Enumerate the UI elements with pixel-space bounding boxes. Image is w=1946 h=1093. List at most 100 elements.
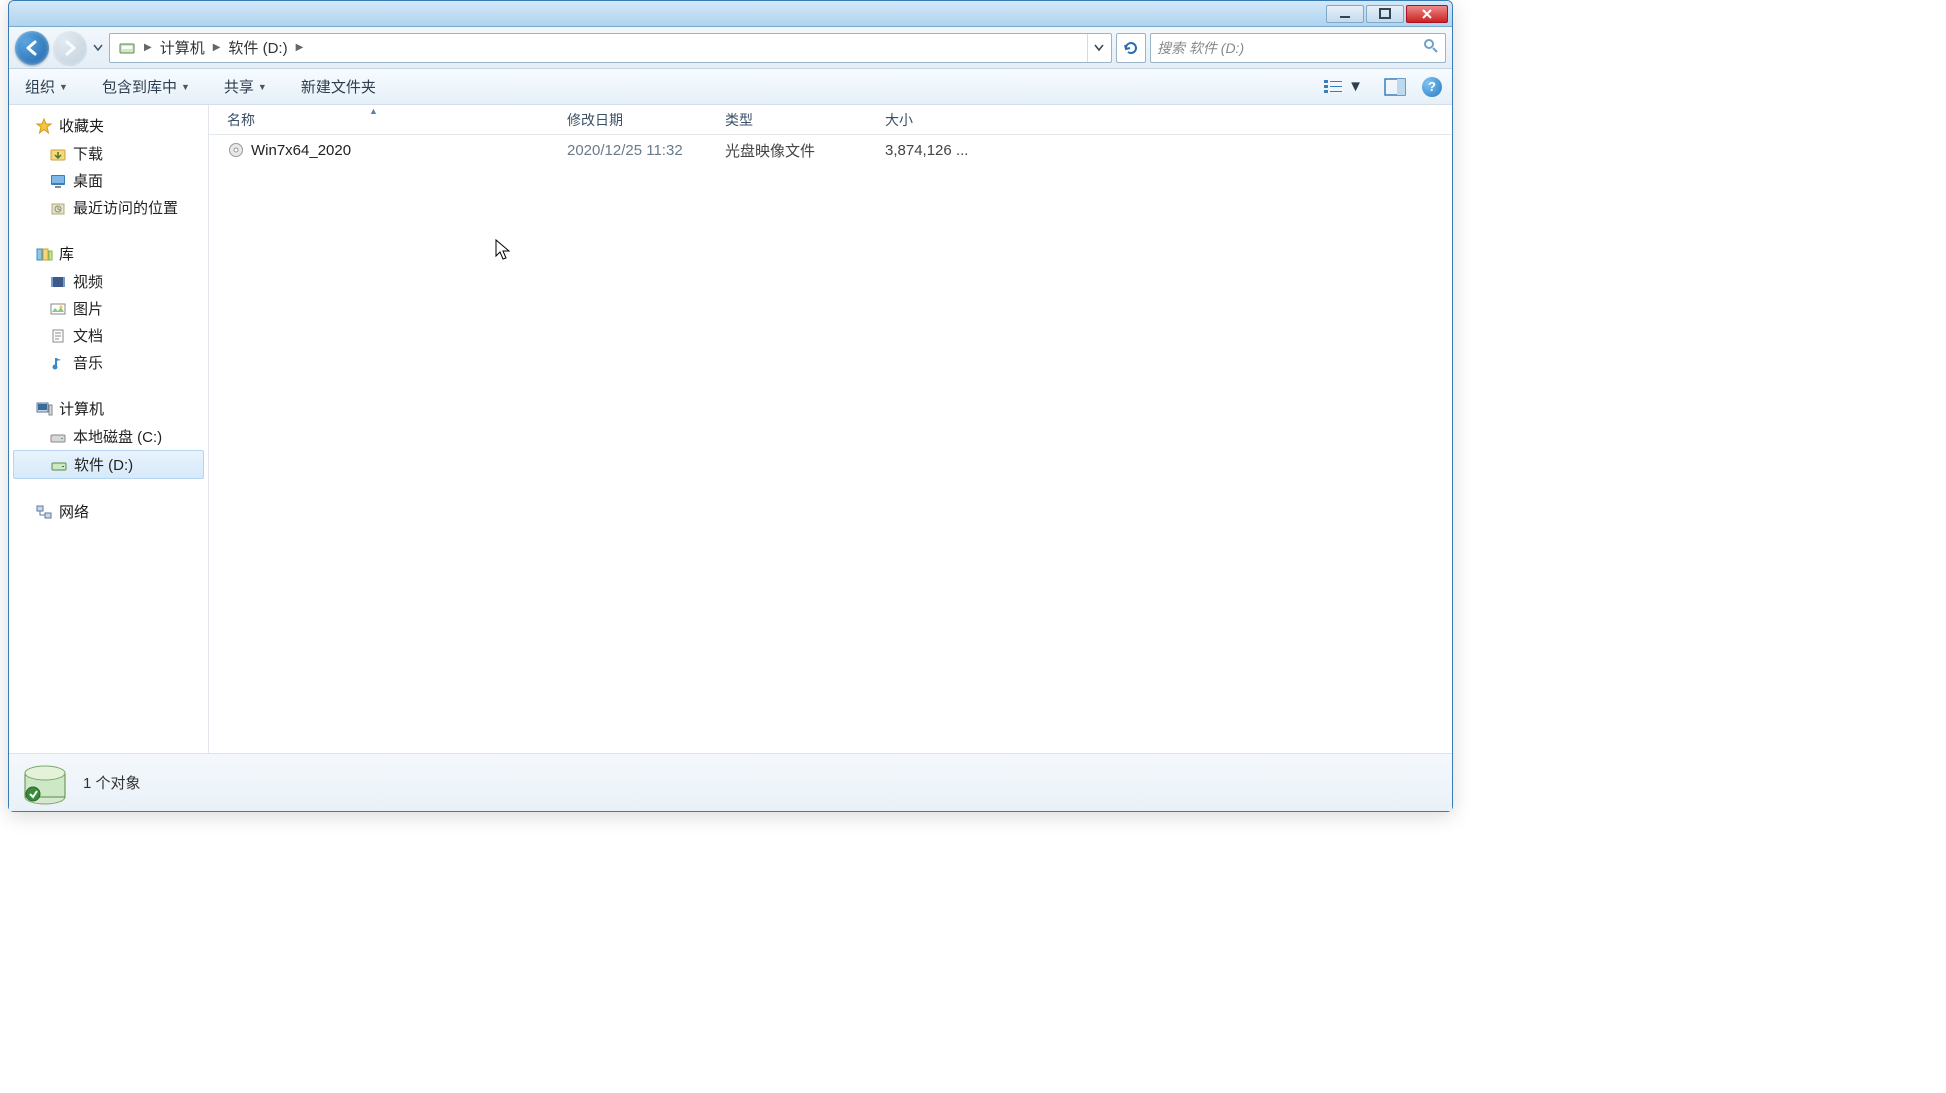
chevron-down-icon [94, 44, 102, 52]
sidebar-item-label: 视频 [73, 271, 103, 292]
network-group: 网络 [9, 497, 208, 526]
breadcrumb-chevron-icon[interactable]: ▶ [142, 42, 154, 53]
sidebar-item-music[interactable]: 音乐 [9, 349, 208, 376]
content-area: 收藏夹 下载 桌面 最近访问的位置 库 [9, 105, 1452, 753]
column-headers: 名称 ▲ 修改日期 类型 大小 [209, 105, 1452, 135]
column-header-date[interactable]: 修改日期 [555, 110, 713, 130]
sidebar-item-downloads[interactable]: 下载 [9, 140, 208, 167]
sidebar-item-label: 下载 [73, 143, 103, 164]
close-button[interactable] [1406, 5, 1448, 23]
minimize-button[interactable] [1326, 5, 1364, 23]
search-box[interactable]: 搜索 软件 (D:) [1150, 33, 1446, 63]
column-header-size[interactable]: 大小 [873, 110, 993, 130]
back-button[interactable] [15, 31, 49, 65]
share-menu[interactable]: 共享 ▼ [218, 72, 273, 101]
explorer-window: ▶ 计算机 ▶ 软件 (D:) ▶ 搜索 软件 (D:) 组织 ▼ [8, 0, 1453, 812]
navigation-pane: 收藏夹 下载 桌面 最近访问的位置 库 [9, 105, 209, 753]
music-icon [49, 354, 67, 372]
details-view-icon [1324, 79, 1344, 95]
drive-icon [118, 39, 136, 57]
favorites-header[interactable]: 收藏夹 [9, 111, 208, 140]
picture-icon [49, 300, 67, 318]
file-size-cell: 3,874,126 ... [873, 142, 993, 159]
breadcrumb-current[interactable]: 软件 (D:) [222, 34, 293, 62]
organize-menu[interactable]: 组织 ▼ [19, 72, 74, 101]
organize-label: 组织 [25, 76, 55, 97]
sidebar-item-recent[interactable]: 最近访问的位置 [9, 194, 208, 221]
computer-group: 计算机 本地磁盘 (C:) 软件 (D:) [9, 394, 208, 479]
breadcrumb-chevron-icon[interactable]: ▶ [211, 42, 223, 53]
network-header[interactable]: 网络 [9, 497, 208, 526]
navigation-bar: ▶ 计算机 ▶ 软件 (D:) ▶ 搜索 软件 (D:) [9, 27, 1452, 69]
sort-ascending-icon: ▲ [369, 106, 378, 116]
computer-label: 计算机 [59, 398, 104, 419]
star-icon [35, 117, 53, 135]
computer-icon [35, 400, 53, 418]
maximize-button[interactable] [1366, 5, 1404, 23]
desktop-icon [49, 172, 67, 190]
libraries-group: 库 视频 图片 文档 音乐 [9, 239, 208, 376]
share-label: 共享 [224, 76, 254, 97]
libraries-icon [35, 245, 53, 263]
sidebar-item-label: 音乐 [73, 352, 103, 373]
chevron-down-icon: ▼ [1348, 78, 1363, 95]
search-placeholder: 搜索 软件 (D:) [1157, 38, 1244, 58]
status-bar: 1 个对象 [9, 753, 1452, 811]
search-icon [1423, 38, 1439, 57]
address-root-icon [112, 34, 142, 62]
address-dropdown[interactable] [1087, 34, 1109, 62]
file-name-cell: Win7x64_2020 [209, 141, 555, 159]
sidebar-item-drive-c[interactable]: 本地磁盘 (C:) [9, 423, 208, 450]
preview-pane-button[interactable] [1380, 76, 1410, 98]
forward-arrow-icon [62, 40, 78, 56]
command-toolbar: 组织 ▼ 包含到库中 ▼ 共享 ▼ 新建文件夹 ▼ [9, 69, 1452, 105]
include-label: 包含到库中 [102, 76, 177, 97]
file-date-cell: 2020/12/25 11:32 [555, 142, 713, 159]
sidebar-item-desktop[interactable]: 桌面 [9, 167, 208, 194]
new-folder-label: 新建文件夹 [301, 76, 376, 97]
video-icon [49, 273, 67, 291]
column-header-name[interactable]: 名称 ▲ [209, 110, 555, 130]
folder-icon [49, 145, 67, 163]
back-arrow-icon [24, 40, 40, 56]
refresh-button[interactable] [1116, 33, 1146, 63]
breadcrumb-chevron-icon[interactable]: ▶ [294, 42, 306, 53]
file-row[interactable]: Win7x64_2020 2020/12/25 11:32 光盘映像文件 3,8… [209, 135, 1452, 165]
address-bar[interactable]: ▶ 计算机 ▶ 软件 (D:) ▶ [109, 33, 1112, 63]
view-mode-button[interactable]: ▼ [1319, 75, 1368, 98]
new-folder-button[interactable]: 新建文件夹 [295, 72, 382, 101]
network-icon [35, 503, 53, 521]
file-list-pane: 名称 ▲ 修改日期 类型 大小 Win7x64_2020 2020/12/25 … [209, 105, 1452, 753]
sidebar-item-pictures[interactable]: 图片 [9, 295, 208, 322]
libraries-header[interactable]: 库 [9, 239, 208, 268]
sidebar-item-documents[interactable]: 文档 [9, 322, 208, 349]
drive-icon [49, 428, 67, 446]
sidebar-item-drive-d[interactable]: 软件 (D:) [13, 450, 204, 479]
computer-header[interactable]: 计算机 [9, 394, 208, 423]
breadcrumb-computer[interactable]: 计算机 [154, 34, 211, 62]
chevron-down-icon: ▼ [181, 82, 190, 92]
history-dropdown[interactable] [91, 31, 105, 65]
recent-icon [49, 199, 67, 217]
sidebar-item-label: 图片 [73, 298, 103, 319]
document-icon [49, 327, 67, 345]
forward-button[interactable] [53, 31, 87, 65]
favorites-label: 收藏夹 [59, 115, 104, 136]
column-header-type[interactable]: 类型 [713, 110, 873, 130]
include-menu[interactable]: 包含到库中 ▼ [96, 72, 196, 101]
mouse-cursor-icon [495, 239, 513, 266]
network-label: 网络 [59, 501, 89, 522]
close-icon [1421, 8, 1433, 20]
help-button[interactable]: ? [1422, 77, 1442, 97]
minimize-icon [1339, 8, 1351, 20]
file-type-cell: 光盘映像文件 [713, 140, 873, 161]
status-text: 1 个对象 [83, 772, 141, 793]
sidebar-item-label: 最近访问的位置 [73, 197, 178, 218]
column-name-label: 名称 [227, 112, 255, 128]
iso-file-icon [227, 141, 245, 159]
sidebar-item-label: 本地磁盘 (C:) [73, 426, 162, 447]
preview-pane-icon [1385, 79, 1405, 95]
chevron-down-icon [1094, 43, 1104, 53]
favorites-group: 收藏夹 下载 桌面 最近访问的位置 [9, 111, 208, 221]
sidebar-item-videos[interactable]: 视频 [9, 268, 208, 295]
